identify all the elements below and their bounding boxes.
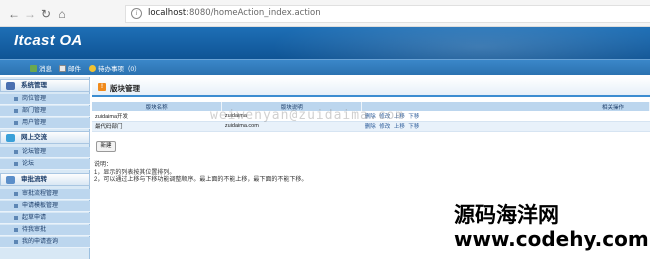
- menu-item-label: 起草申请: [22, 215, 47, 221]
- browser-toolbar: ← → ↻ ⌂ i localhost:8080/homeAction_inde…: [0, 0, 650, 27]
- todo-icon: [89, 64, 96, 72]
- bullet-icon: [14, 240, 18, 244]
- menu-item-label: 岗位管理: [22, 96, 47, 102]
- app-title: Itcast OA: [14, 32, 83, 49]
- url-host: localhost: [148, 8, 187, 18]
- menu-group-label: 网上交流: [21, 134, 47, 141]
- site-watermark-title: 源码海洋网: [454, 203, 559, 227]
- menu-item-label: 待我审批: [22, 227, 47, 233]
- menu-group-label: 系统管理: [21, 82, 47, 89]
- cell-name: zuidaima开发: [92, 111, 222, 122]
- menu-item-pending-approval[interactable]: 待我审批: [0, 225, 90, 236]
- menu-item-label: 我的申请查询: [22, 239, 59, 245]
- move-up-link[interactable]: 上移: [394, 124, 405, 130]
- cell-ops: 删除 修改 上移 下移: [361, 121, 650, 132]
- toolbar-mail[interactable]: 邮件: [59, 63, 81, 73]
- site-watermark: 源码海洋网 www.codehy.com: [454, 203, 649, 251]
- menu-item-label: 审批流程管理: [22, 191, 59, 197]
- url-path: :8080/homeAction_index.action: [186, 8, 321, 18]
- menu-item-process-management[interactable]: 审批流程管理: [0, 189, 90, 200]
- message-icon: [30, 64, 37, 72]
- bullet-icon: [14, 216, 18, 220]
- toolbar-mail-label: 邮件: [68, 66, 81, 73]
- column-header: 相关操作: [361, 102, 650, 111]
- menu-item-my-applications[interactable]: 我的申请查询: [0, 237, 90, 248]
- toolbar-todo-label: 待办事项（0）: [98, 66, 141, 73]
- forward-icon[interactable]: →: [23, 7, 37, 21]
- home-icon[interactable]: ⌂: [55, 7, 69, 21]
- toolbar-todo[interactable]: 待办事项（0）: [89, 63, 141, 73]
- bullet-icon: [14, 150, 18, 154]
- column-header: 版块名称: [92, 102, 223, 111]
- left-menu: 系统管理 岗位管理 部门管理 用户管理 网上交流 论坛管理 论坛 审批流转 审批…: [0, 77, 90, 259]
- delete-link[interactable]: 删除: [365, 124, 376, 130]
- note-line: 说明：: [94, 162, 113, 168]
- menu-item-forum[interactable]: 论坛: [0, 159, 90, 170]
- watermark: weiwenyan@zuidaima.com: [210, 108, 405, 123]
- bullet-icon: [14, 204, 18, 208]
- menu-item-draft-application[interactable]: 起草申请: [0, 213, 90, 224]
- toolbar-message[interactable]: 消息: [30, 63, 52, 73]
- bullet-icon: [14, 228, 18, 232]
- menu-group-system[interactable]: 系统管理: [0, 79, 90, 92]
- approval-icon: [6, 176, 15, 184]
- menu-item-departments[interactable]: 部门管理: [0, 106, 90, 117]
- cell-ops: 删除 修改 上移 下移: [361, 111, 650, 122]
- back-icon[interactable]: ←: [7, 7, 21, 21]
- system-icon: [6, 82, 15, 90]
- move-down-link[interactable]: 下移: [408, 114, 419, 120]
- menu-item-label: 部门管理: [22, 108, 47, 114]
- bullet-icon: [14, 109, 18, 113]
- bullet-icon: [14, 192, 18, 196]
- app-header: Itcast OA: [0, 27, 650, 59]
- reload-icon[interactable]: ↻: [39, 7, 53, 21]
- move-down-link[interactable]: 下移: [408, 124, 419, 130]
- app-toolbar: 消息 邮件 待办事项（0）: [0, 59, 650, 75]
- mail-icon: [59, 64, 66, 72]
- menu-item-users[interactable]: 用户管理: [0, 118, 90, 129]
- new-button[interactable]: 新建: [96, 141, 116, 152]
- menu-item-label: 用户管理: [22, 120, 47, 126]
- cell-name: 最代码部门: [92, 121, 222, 132]
- menu-item-label: 申请模板管理: [22, 203, 59, 209]
- menu-item-template-management[interactable]: 申请模板管理: [0, 201, 90, 212]
- note-line: 2，可以通过上移与下移功能调整顺序。最上面的不能上移，最下面的不能下移。: [94, 177, 308, 183]
- instructions: 说明： 1，显示的列表按其位置排列。 2，可以通过上移与下移功能调整顺序。最上面…: [94, 162, 307, 185]
- menu-item-label: 论坛: [22, 161, 35, 167]
- info-icon[interactable]: i: [131, 8, 142, 19]
- bullet-icon: [14, 121, 18, 125]
- menu-group-label: 审批流转: [21, 176, 47, 183]
- menu-item-forum-management[interactable]: 论坛管理: [0, 147, 90, 158]
- site-watermark-url: www.codehy.com: [454, 227, 649, 251]
- url-text[interactable]: localhost:8080/homeAction_index.action: [148, 8, 321, 18]
- edit-link[interactable]: 修改: [379, 124, 390, 130]
- bullet-icon: [14, 162, 18, 166]
- menu-group-communication[interactable]: 网上交流: [0, 131, 90, 144]
- page-titlebar: ! 版块管理: [92, 77, 650, 97]
- page-title: 版块管理: [110, 84, 140, 93]
- menu-item-label: 论坛管理: [22, 149, 47, 155]
- communication-icon: [6, 134, 15, 142]
- menu-item-positions[interactable]: 岗位管理: [0, 94, 90, 105]
- toolbar-message-label: 消息: [39, 66, 52, 73]
- title-icon: !: [98, 83, 106, 91]
- note-line: 1，显示的列表按其位置排列。: [94, 169, 176, 176]
- menu-group-approval[interactable]: 审批流转: [0, 173, 90, 186]
- bullet-icon: [14, 97, 18, 101]
